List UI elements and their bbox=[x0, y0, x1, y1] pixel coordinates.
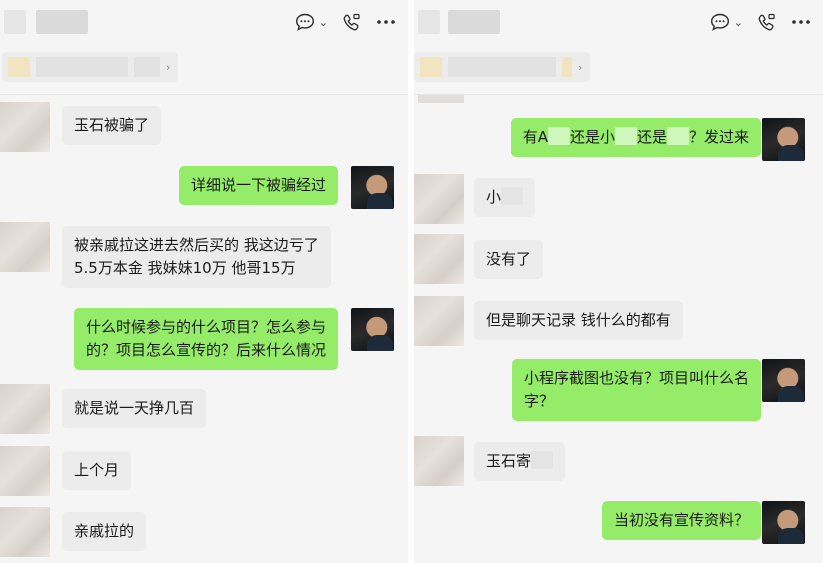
avatar[interactable] bbox=[762, 501, 805, 544]
message-text: 小 bbox=[486, 188, 502, 206]
redacted-text bbox=[666, 127, 689, 145]
pinned-text-redacted bbox=[36, 57, 128, 77]
message-text: 有A bbox=[522, 128, 548, 146]
video-call-icon[interactable] bbox=[757, 13, 777, 31]
redacted-text bbox=[614, 127, 637, 145]
chevron-down-icon[interactable]: ⌄ bbox=[734, 16, 743, 29]
message-text-line: 5.5万本金 我妹妹10万 他哥15万 bbox=[74, 259, 296, 277]
message-text: 亲戚拉的 bbox=[74, 522, 135, 540]
message-text-line: 小程序截图也没有？项目叫什么名 bbox=[523, 369, 749, 387]
pinned-message-bar[interactable]: › bbox=[2, 52, 178, 82]
message-bubble[interactable]: 详细说一下被骗经过 bbox=[178, 166, 338, 205]
avatar[interactable] bbox=[0, 102, 50, 152]
divider bbox=[414, 94, 823, 95]
message-bubble[interactable]: 小 bbox=[474, 178, 536, 217]
chat-bubble-icon[interactable]: ⌄ bbox=[710, 13, 743, 31]
video-call-icon[interactable] bbox=[342, 13, 362, 31]
message-bubble[interactable]: 什么时候参与的什么项目？怎么参与 的？项目怎么宣传的？后来什么情况 bbox=[73, 308, 338, 370]
message-text: 玉石被骗了 bbox=[74, 116, 150, 134]
message-bubble[interactable]: 有A 还是小 还是 ？发过来 bbox=[510, 118, 761, 157]
pinned-thumbnail bbox=[8, 57, 30, 77]
message-bubble[interactable]: 就是说一天挣几百 bbox=[62, 389, 207, 428]
message-bubble[interactable]: 没有了 bbox=[474, 240, 544, 279]
message-text: 详细说一下被骗经过 bbox=[190, 176, 326, 194]
message-bubble[interactable]: 玉石寄 bbox=[474, 442, 566, 481]
message-text-line: 的？项目怎么宣传的？后来什么情况 bbox=[85, 341, 326, 359]
message-text-line: 什么时候参与的什么项目？怎么参与 bbox=[85, 318, 326, 336]
redacted-text bbox=[501, 187, 524, 205]
avatar[interactable] bbox=[351, 308, 394, 351]
chevron-down-icon[interactable]: ⌄ bbox=[319, 16, 328, 29]
message-bubble[interactable]: 被亲戚拉这进去然后买的 我这边亏了 5.5万本金 我妹妹10万 他哥15万 bbox=[62, 226, 331, 288]
message-bubble[interactable]: 小程序截图也没有？项目叫什么名 字？ bbox=[511, 359, 761, 421]
redacted-text bbox=[531, 451, 554, 469]
more-icon[interactable] bbox=[791, 19, 811, 25]
avatar[interactable] bbox=[0, 222, 50, 272]
chevron-right-icon[interactable]: › bbox=[166, 61, 170, 74]
more-icon[interactable] bbox=[376, 19, 396, 25]
header-contact-name-redacted bbox=[36, 10, 88, 34]
message-bubble[interactable]: 但是聊天记录 钱什么的都有 bbox=[474, 301, 683, 340]
chat-pane-right: ⌄ › 有A 还是小 还是 ？发过来 小 没有了 但是聊天记录 钱什么的都有 小… bbox=[414, 0, 823, 563]
header-toolbar: ⌄ bbox=[295, 9, 396, 35]
chat-header: ⌄ bbox=[414, 0, 823, 46]
header-contact-name-redacted bbox=[448, 10, 500, 34]
message-text: 还是小 bbox=[569, 128, 615, 146]
avatar[interactable] bbox=[0, 384, 50, 434]
pinned-text-redacted bbox=[134, 57, 160, 77]
pinned-text-redacted bbox=[562, 57, 572, 77]
avatar[interactable] bbox=[414, 174, 464, 224]
chevron-right-icon[interactable]: › bbox=[578, 61, 582, 74]
message-text: ？发过来 bbox=[688, 128, 749, 146]
avatar[interactable] bbox=[762, 359, 805, 402]
message-text: 玉石寄 bbox=[486, 452, 532, 470]
message-text: 当初没有宣传资料？ bbox=[613, 511, 749, 529]
avatar[interactable] bbox=[414, 234, 464, 284]
message-text-line: 被亲戚拉这进去然后买的 我这边亏了 bbox=[74, 236, 319, 254]
chat-bubble-icon[interactable]: ⌄ bbox=[295, 13, 328, 31]
header-avatar[interactable] bbox=[4, 10, 26, 34]
message-text: 还是 bbox=[636, 128, 667, 146]
message-text: 没有了 bbox=[486, 250, 532, 268]
scrolled-avatar-edge bbox=[418, 95, 464, 103]
message-text: 但是聊天记录 钱什么的都有 bbox=[486, 311, 671, 329]
message-text: 上个月 bbox=[74, 461, 120, 479]
avatar[interactable] bbox=[351, 166, 394, 209]
message-bubble[interactable]: 玉石被骗了 bbox=[62, 106, 162, 145]
message-bubble[interactable]: 上个月 bbox=[62, 451, 132, 490]
redacted-text bbox=[547, 127, 570, 145]
avatar[interactable] bbox=[0, 507, 50, 557]
chat-pane-left: ⌄ › 玉石被骗了 详细说一下被骗经过 被亲戚拉这进去然后买的 我这边亏了 5.… bbox=[0, 0, 408, 563]
pinned-message-bar[interactable]: › bbox=[414, 52, 590, 82]
chat-header: ⌄ bbox=[0, 0, 408, 46]
header-avatar[interactable] bbox=[418, 10, 440, 34]
pinned-thumbnail bbox=[420, 57, 442, 77]
message-text-line: 字？ bbox=[523, 392, 554, 410]
message-text: 就是说一天挣几百 bbox=[74, 399, 195, 417]
pinned-text-redacted bbox=[448, 57, 556, 77]
message-bubble[interactable]: 亲戚拉的 bbox=[62, 512, 147, 551]
avatar[interactable] bbox=[762, 118, 805, 161]
message-bubble[interactable]: 当初没有宣传资料？ bbox=[601, 501, 761, 540]
avatar[interactable] bbox=[0, 446, 50, 496]
divider bbox=[0, 94, 408, 95]
avatar[interactable] bbox=[414, 296, 464, 346]
avatar[interactable] bbox=[414, 436, 464, 486]
header-toolbar: ⌄ bbox=[710, 9, 811, 35]
